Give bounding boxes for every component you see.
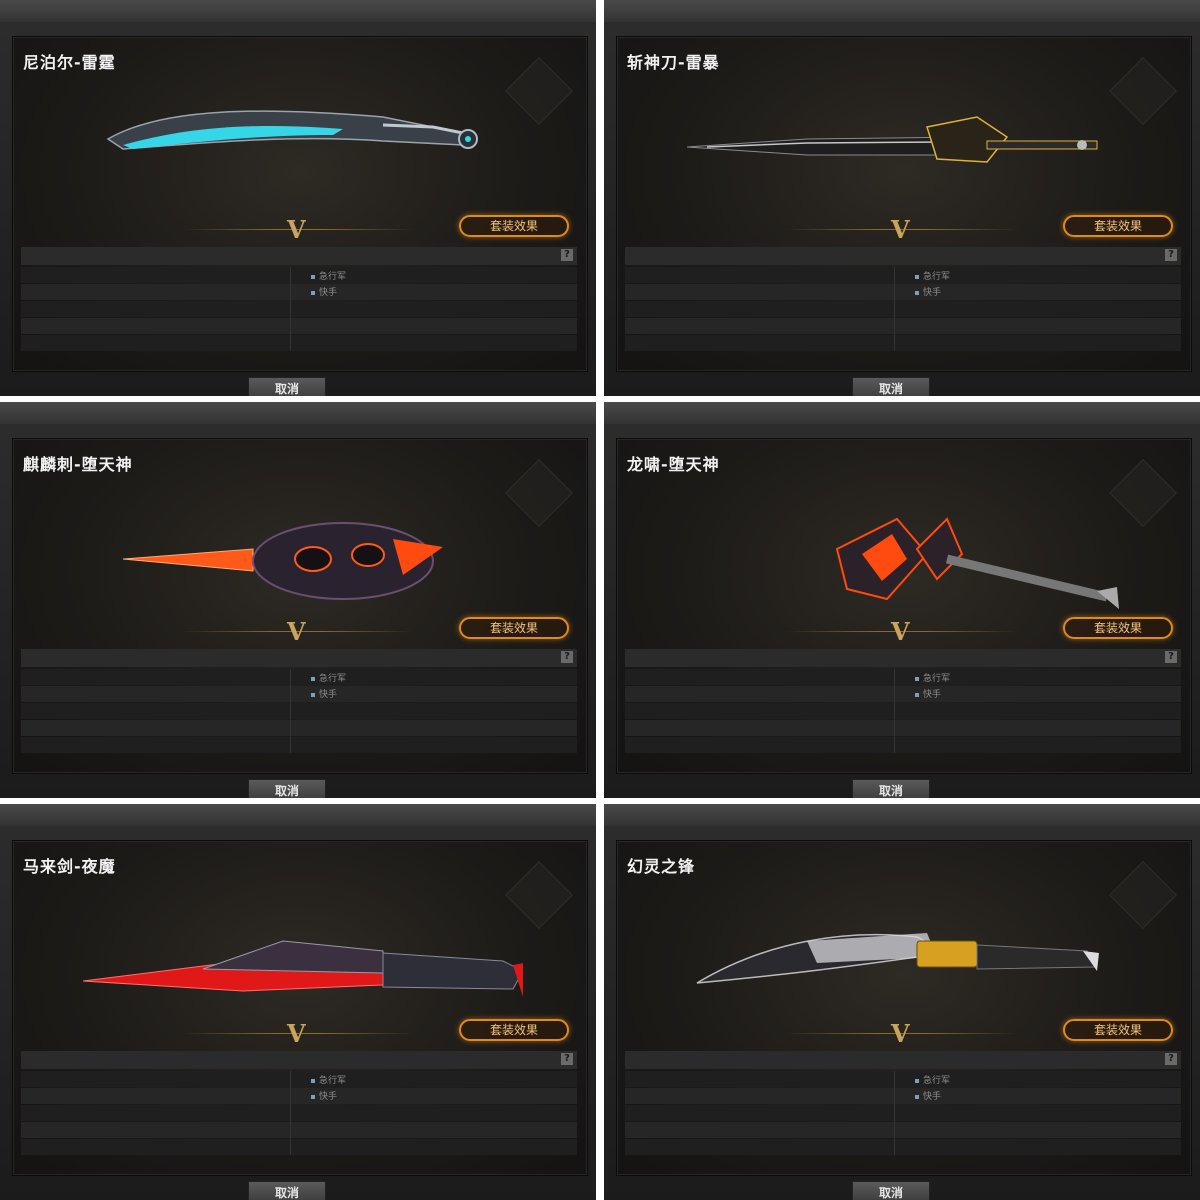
- table-divider: [290, 669, 291, 753]
- help-icon[interactable]: ?: [1165, 249, 1177, 261]
- tag-item: 急行军: [915, 671, 950, 687]
- rank-mark: V: [891, 617, 910, 646]
- rank-mark: V: [287, 215, 306, 244]
- attribute-tags: 急行军 快手: [311, 1073, 346, 1105]
- preview-frame: 斩神刀-雷暴 V 套装效果 ? 急行军 快手: [616, 36, 1192, 372]
- weapon-title: 龙啸-堕天神: [627, 455, 720, 474]
- info-bar: ?: [625, 247, 1181, 265]
- preview-frame: 马来剑-夜魔 V 套装效果 ? 急行军 快手: [12, 840, 588, 1176]
- table-divider: [290, 267, 291, 351]
- tag-item: 急行军: [311, 269, 346, 285]
- attribute-tags: 急行军 快手: [311, 671, 346, 703]
- set-effect-button[interactable]: 套装效果: [1063, 215, 1173, 237]
- weapon-panel-3: 龙啸-堕天神 V 套装效果 ? 急行军 快手 取消: [604, 402, 1200, 798]
- panel-topbar: [0, 804, 596, 826]
- rank-mark: V: [891, 215, 910, 244]
- rank-mark: V: [891, 1019, 910, 1048]
- table-divider: [894, 267, 895, 351]
- attribute-table: [625, 1071, 1181, 1155]
- help-icon[interactable]: ?: [561, 1053, 573, 1065]
- attribute-table: [625, 669, 1181, 753]
- weapon-title: 幻灵之锋: [627, 857, 696, 876]
- tag-item: 快手: [311, 687, 346, 703]
- help-icon[interactable]: ?: [1165, 651, 1177, 663]
- table-divider: [894, 669, 895, 753]
- weapon-title: 尼泊尔-雷霆: [23, 53, 116, 72]
- cancel-button[interactable]: 取消: [248, 1181, 326, 1200]
- attribute-table: [21, 1071, 577, 1155]
- cancel-button[interactable]: 取消: [852, 779, 930, 798]
- preview-frame: 尼泊尔-雷霆 V 套装效果 ? 急行军 快手: [12, 36, 588, 372]
- attribute-tags: 急行军 快手: [311, 269, 346, 301]
- attribute-table: [21, 669, 577, 753]
- tag-item: 快手: [915, 1089, 950, 1105]
- tag-item: 快手: [311, 285, 346, 301]
- tag-item: 快手: [915, 285, 950, 301]
- tag-item: 快手: [915, 687, 950, 703]
- tag-item: 急行军: [311, 671, 346, 687]
- preview-frame: 幻灵之锋 V 套装效果 ? 急行军 快手: [616, 840, 1192, 1176]
- weapon-title: 斩神刀-雷暴: [627, 53, 720, 72]
- weapon-panel-5: 幻灵之锋 V 套装效果 ? 急行军 快手 取消: [604, 804, 1200, 1200]
- table-divider: [894, 1071, 895, 1155]
- set-effect-button[interactable]: 套装效果: [1063, 617, 1173, 639]
- attribute-table: [21, 267, 577, 351]
- weapon-panel-1: 斩神刀-雷暴 V 套装效果 ? 急行军 快手 取消: [604, 0, 1200, 396]
- weapon-panel-4: 马来剑-夜魔 V 套装效果 ? 急行军 快手 取消: [0, 804, 596, 1200]
- cancel-button[interactable]: 取消: [248, 377, 326, 396]
- tag-item: 急行军: [915, 1073, 950, 1089]
- tag-item: 急行军: [915, 269, 950, 285]
- attribute-tags: 急行军 快手: [915, 1073, 950, 1105]
- table-divider: [290, 1071, 291, 1155]
- set-effect-button[interactable]: 套装效果: [459, 1019, 569, 1041]
- rank-mark: V: [287, 1019, 306, 1048]
- set-effect-button[interactable]: 套装效果: [459, 215, 569, 237]
- help-icon[interactable]: ?: [561, 651, 573, 663]
- info-bar: ?: [21, 1051, 577, 1069]
- set-effect-button[interactable]: 套装效果: [459, 617, 569, 639]
- help-icon[interactable]: ?: [561, 249, 573, 261]
- help-icon[interactable]: ?: [1165, 1053, 1177, 1065]
- attribute-tags: 急行军 快手: [915, 671, 950, 703]
- info-bar: ?: [21, 649, 577, 667]
- weapon-image: [106, 110, 478, 150]
- panel-topbar: [0, 402, 596, 424]
- tag-item: 快手: [311, 1089, 346, 1105]
- weapon-image: [687, 116, 1098, 163]
- info-bar: ?: [625, 1051, 1181, 1069]
- info-bar: ?: [21, 247, 577, 265]
- weapon-image: [122, 522, 443, 600]
- weapon-image: [835, 517, 1119, 609]
- panel-topbar: [604, 804, 1200, 826]
- weapon-image: [83, 940, 523, 997]
- set-effect-button[interactable]: 套装效果: [1063, 1019, 1173, 1041]
- weapon-panel-2: 麒麟刺-堕天神 V 套装效果 ? 急行军 快手 取消: [0, 402, 596, 798]
- weapon-panel-0: 尼泊尔-雷霆 V 套装效果 ? 急行军 快手 取消: [0, 0, 596, 396]
- cancel-button[interactable]: 取消: [852, 377, 930, 396]
- weapon-title: 马来剑-夜魔: [23, 857, 116, 876]
- tag-item: 急行军: [311, 1073, 346, 1089]
- weapon-title: 麒麟刺-堕天神: [23, 455, 133, 474]
- panel-topbar: [604, 402, 1200, 424]
- panel-topbar: [604, 0, 1200, 22]
- weapon-image: [696, 933, 1099, 984]
- preview-frame: 麒麟刺-堕天神 V 套装效果 ? 急行军 快手: [12, 438, 588, 774]
- rank-mark: V: [287, 617, 306, 646]
- preview-frame: 龙啸-堕天神 V 套装效果 ? 急行军 快手: [616, 438, 1192, 774]
- cancel-button[interactable]: 取消: [248, 779, 326, 798]
- attribute-tags: 急行军 快手: [915, 269, 950, 301]
- info-bar: ?: [625, 649, 1181, 667]
- cancel-button[interactable]: 取消: [852, 1181, 930, 1200]
- panel-topbar: [0, 0, 596, 22]
- attribute-table: [625, 267, 1181, 351]
